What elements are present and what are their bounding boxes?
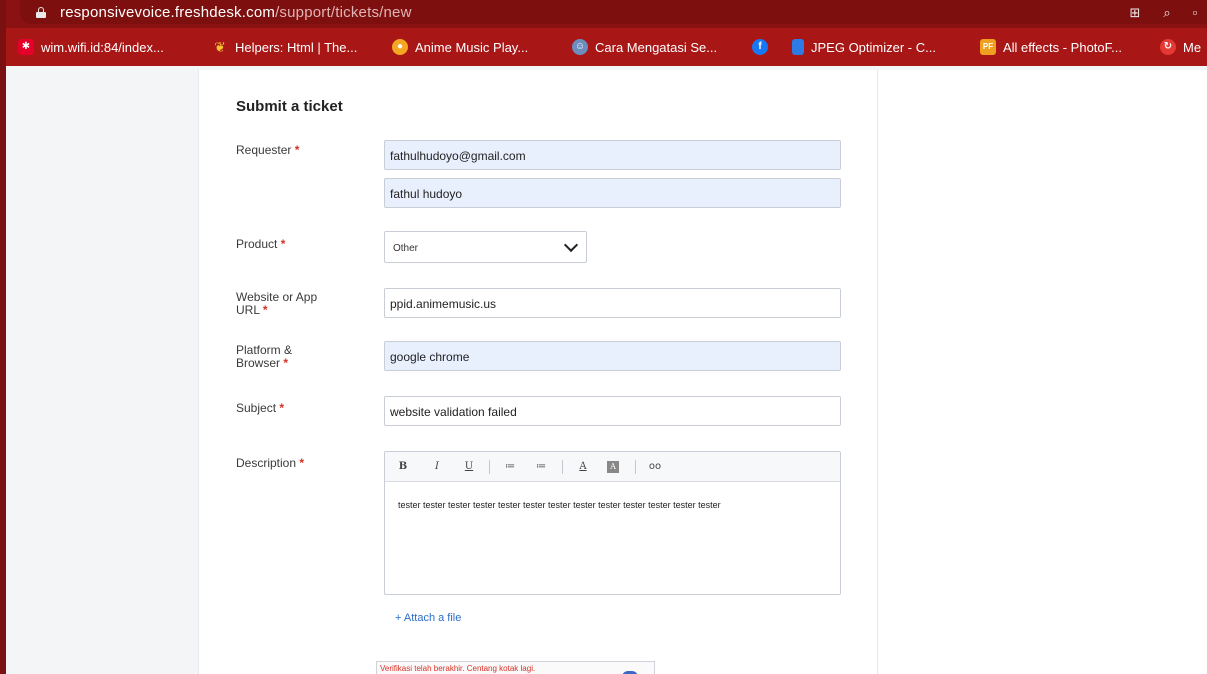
platform-browser-input[interactable]: google chrome — [384, 341, 841, 371]
bookmark-label: Anime Music Play... — [415, 39, 529, 55]
product-label: Product * — [236, 237, 286, 251]
toolbar-separator — [489, 460, 490, 474]
required-mark: * — [262, 303, 268, 317]
page-title: Submit a ticket — [236, 98, 343, 115]
address-bar: responsivevoice.freshdesk.com/support/ti… — [0, 0, 1207, 28]
font-color-button[interactable]: A — [575, 459, 591, 475]
facebook-icon: f — [752, 39, 768, 55]
editor-toolbar: B I U ≔ ≔ A A oo — [385, 452, 840, 482]
required-mark: * — [279, 401, 285, 415]
jpeg-doc-icon — [792, 39, 804, 55]
url-text[interactable]: responsivevoice.freshdesk.com/support/ti… — [60, 4, 412, 21]
bookmark-facebook[interactable]: f — [752, 28, 775, 66]
right-sidebar — [878, 70, 1207, 674]
product-select[interactable]: Other — [384, 231, 587, 263]
me-icon: ↻ — [1160, 39, 1176, 55]
window-edge — [0, 0, 6, 674]
bookmark-label: Helpers: Html | The... — [235, 39, 358, 55]
product-selected-value: Other — [393, 243, 419, 254]
platform-label: Platform & Browser * — [236, 343, 293, 370]
bookmark-label: Cara Mengatasi Se... — [595, 39, 718, 55]
bookmark-photofunia[interactable]: PF All effects - PhotoF... — [980, 28, 1122, 66]
subject-label: Subject * — [236, 401, 285, 415]
bookmark-label: All effects - PhotoF... — [1003, 39, 1122, 55]
requester-label: Requester * — [236, 143, 300, 157]
background-color-button[interactable]: A — [607, 461, 619, 473]
anime-music-icon: ● — [392, 39, 408, 55]
photofunia-icon: PF — [980, 39, 996, 55]
bookmark-anime-music[interactable]: ● Anime Music Play... — [392, 28, 528, 66]
required-mark: * — [294, 143, 300, 157]
url-host: responsivevoice.freshdesk.com — [60, 4, 276, 21]
cara-avatar-icon: ☺ — [572, 39, 588, 55]
attach-file-link[interactable]: + Attach a file — [395, 612, 461, 624]
required-mark: * — [283, 356, 289, 370]
website-label: Website or App URL * — [236, 290, 318, 317]
browser-window: responsivevoice.freshdesk.com/support/ti… — [0, 0, 1207, 674]
bookmarks-bar: ✱ wim.wifi.id:84/index... ❦ Helpers: Htm… — [0, 28, 1207, 66]
description-editor[interactable]: B I U ≔ ≔ A A oo tester tester tester te… — [384, 451, 841, 595]
bookmark-me[interactable]: ↻ Me — [1160, 28, 1201, 66]
required-mark: * — [280, 237, 286, 251]
bookmark-label: wim.wifi.id:84/index... — [41, 39, 164, 55]
lock-icon[interactable] — [36, 7, 46, 18]
bookmark-helpers[interactable]: ❦ Helpers: Html | The... — [212, 28, 357, 66]
url-path: /support/tickets/new — [275, 4, 412, 21]
translate-icon[interactable]: ⊞ — [1125, 3, 1145, 23]
description-label: Description * — [236, 456, 305, 470]
requester-email-input[interactable]: fathulhudoyo@gmail.com — [384, 140, 841, 170]
toolbar-separator — [562, 460, 563, 474]
subject-input[interactable]: website validation failed — [384, 396, 841, 426]
helpers-leaf-icon: ❦ — [214, 39, 226, 55]
chevron-down-icon — [563, 237, 579, 253]
required-mark: * — [299, 456, 305, 470]
toolbar-separator — [635, 460, 636, 474]
zoom-icon[interactable]: ⌕ — [1157, 3, 1177, 23]
captcha-error-message: Verifikasi telah berakhir. Centang kotak… — [380, 664, 536, 673]
recaptcha-widget[interactable]: Verifikasi telah berakhir. Centang kotak… — [376, 661, 655, 674]
ticket-form: Submit a ticket Requester * fathulhudoyo… — [198, 70, 878, 674]
bullet-list-button[interactable]: ≔ — [502, 459, 518, 475]
bookmark-label: Me — [1183, 39, 1202, 55]
page-viewport: Submit a ticket Requester * fathulhudoyo… — [6, 66, 1207, 674]
website-url-input[interactable]: ppid.animemusic.us — [384, 288, 841, 318]
description-text[interactable]: tester tester tester tester tester teste… — [398, 499, 830, 511]
numbered-list-button[interactable]: ≔ — [533, 459, 549, 475]
bold-button[interactable]: B — [395, 459, 411, 475]
bookmark-jpeg-optimizer[interactable]: JPEG Optimizer - C... — [792, 28, 936, 66]
underline-button[interactable]: U — [461, 459, 477, 475]
bookmark-cara-mengatasi[interactable]: ☺ Cara Mengatasi Se... — [572, 28, 717, 66]
requester-name-input[interactable]: fathul hudoyo — [384, 178, 841, 208]
italic-button[interactable]: I — [429, 459, 445, 475]
wifi-id-icon: ✱ — [18, 39, 34, 55]
bookmark-label: JPEG Optimizer - C... — [811, 39, 936, 55]
share-icon[interactable]: ▫ — [1185, 3, 1205, 23]
bookmark-wim-wifi[interactable]: ✱ wim.wifi.id:84/index... — [18, 28, 164, 66]
link-button[interactable]: oo — [647, 459, 663, 475]
